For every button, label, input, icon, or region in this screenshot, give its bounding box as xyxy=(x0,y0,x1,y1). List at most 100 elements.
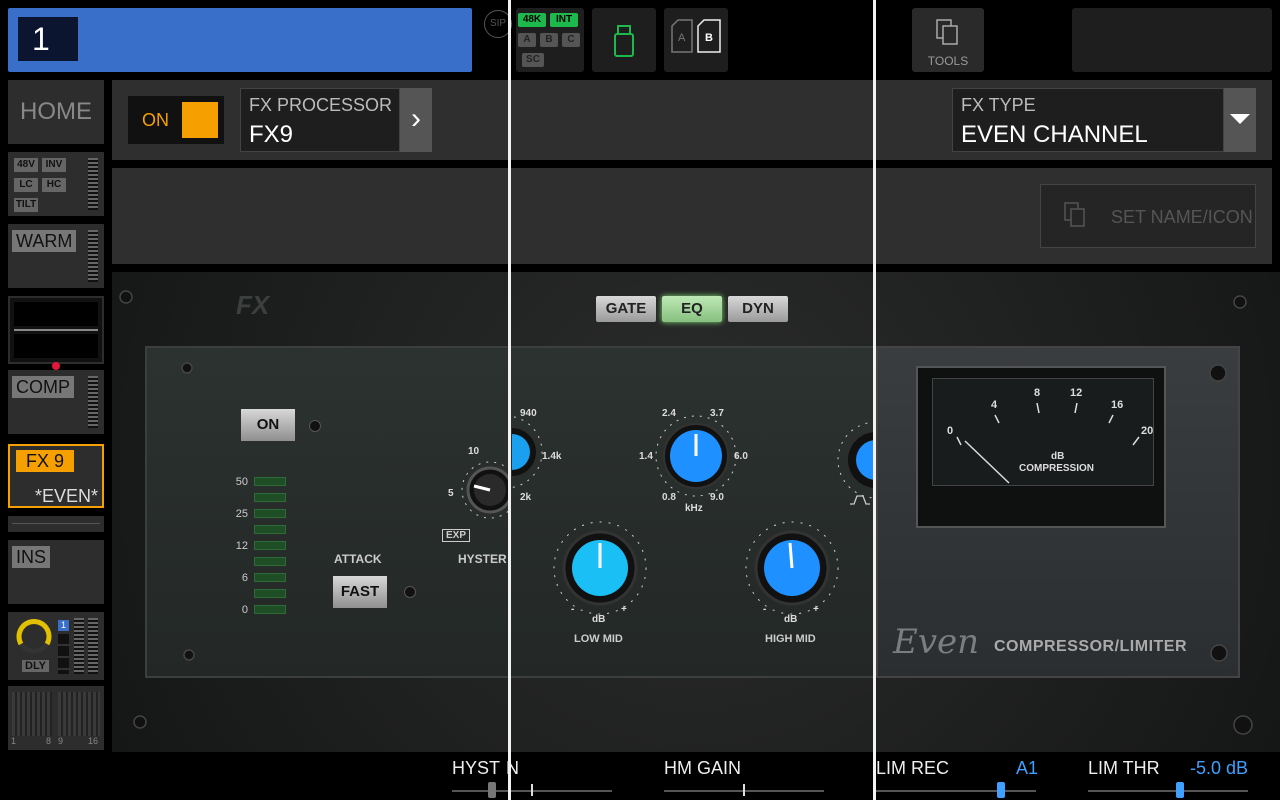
chevron-down-icon[interactable] xyxy=(1224,88,1256,152)
dyn-mode-button[interactable]: DYN xyxy=(728,296,788,322)
gr-led xyxy=(254,605,286,614)
gr-led xyxy=(254,477,286,486)
vu-unit: dB xyxy=(1051,451,1065,462)
param-lim-rec-slider[interactable] xyxy=(876,790,1036,792)
param-hm-gain-label: HM GAIN xyxy=(664,758,742,778)
dly-strip[interactable]: DLY 1 xyxy=(8,612,104,680)
eq-indicator-dot xyxy=(52,362,60,370)
hysteresis-label: HYSTER xyxy=(458,552,507,566)
comp-meter xyxy=(88,376,98,428)
lc-tag: LC xyxy=(14,178,38,192)
copy-icon xyxy=(1064,202,1085,227)
vu-scale-8: 8 xyxy=(1034,387,1041,399)
param-n-thumb[interactable] xyxy=(531,784,533,796)
fx-type-selector[interactable]: FX TYPE EVEN CHANNEL xyxy=(952,88,1224,152)
meter-label-16: 16 xyxy=(88,736,99,746)
hm-freq-1.4: 1.4 xyxy=(639,451,653,462)
eq-mode-button[interactable]: EQ xyxy=(662,296,722,322)
hm-freq-9.0: 9.0 xyxy=(710,492,724,503)
gr-led xyxy=(254,509,286,518)
dly-badge: 1 xyxy=(58,620,69,631)
split-divider-left[interactable] xyxy=(508,0,511,800)
gr-scale-6: 6 xyxy=(241,572,248,584)
low-mid-freq-knob[interactable] xyxy=(512,410,572,490)
vu-face: 0 4 8 12 16 20 dB COMPRESSION xyxy=(932,378,1154,486)
bus-meter-strip[interactable]: 1 8 9 16 xyxy=(8,686,104,750)
hyst-scale-5: 5 xyxy=(448,488,454,499)
clock-source-panel[interactable]: 48K INT A B C SC xyxy=(516,8,584,72)
comp-strip[interactable]: COMP xyxy=(8,370,104,434)
eq-graph-top xyxy=(14,302,98,326)
ins-label: INS xyxy=(12,546,51,568)
fx-logo: FX xyxy=(236,290,270,320)
vu-scale-20: 20 xyxy=(1141,425,1154,437)
gr-scale-25: 25 xyxy=(235,508,248,520)
high-mid-freq-knob[interactable] xyxy=(646,412,746,502)
param-lim-rec-label: LIM REC xyxy=(876,758,950,778)
meter-label-1: 1 xyxy=(11,736,17,746)
ab-right-label: B xyxy=(705,32,713,44)
gr-led xyxy=(254,573,286,582)
set-name-icon-button[interactable]: SET NAME/ICON xyxy=(1040,184,1256,248)
gate-mode-button[interactable]: GATE xyxy=(596,296,656,322)
channel-selector[interactable]: 1 xyxy=(8,8,472,72)
source-sc-tag: SC xyxy=(522,53,544,67)
param-lim-rec-thumb[interactable] xyxy=(997,782,1005,798)
vu-scale-16: 16 xyxy=(1111,399,1124,411)
param-lim-thr-thumb[interactable] xyxy=(1176,782,1184,798)
high-mid-label: HIGH MID xyxy=(765,633,816,645)
source-b-tag: B xyxy=(540,33,558,47)
param-lim-rec-value: A1 xyxy=(1016,758,1039,778)
sidebar-separator xyxy=(8,516,104,532)
fx9-label: FX 9 xyxy=(16,450,75,472)
chevron-right-icon[interactable]: › xyxy=(400,88,432,152)
top-right-panel[interactable] xyxy=(1072,8,1272,72)
tilt-tag: TILT xyxy=(14,198,38,212)
split-divider-right[interactable] xyxy=(873,0,876,800)
fx9-strip[interactable]: FX 9 *EVEN* xyxy=(8,444,104,508)
param-hm-gain-thumb[interactable] xyxy=(743,784,745,796)
fx9-name: *EVEN* xyxy=(34,486,98,506)
preamp-meter xyxy=(88,158,98,210)
set-name-label: SET NAME/ICON xyxy=(1111,207,1253,227)
usb-button[interactable] xyxy=(592,8,656,72)
warm-label: WARM xyxy=(12,230,77,252)
ab-compare-button[interactable]: A B xyxy=(664,8,728,72)
preamp-strip[interactable]: 48V INV LC HC TILT xyxy=(8,152,104,216)
bus-meters-a xyxy=(12,692,52,736)
vu-scale-0: 0 xyxy=(947,425,954,437)
dly-meter-right xyxy=(88,618,98,674)
low-mid-gain-knob[interactable] xyxy=(548,516,652,616)
gr-led xyxy=(254,493,286,502)
home-button[interactable]: HOME xyxy=(8,80,104,144)
brand-logo: Even xyxy=(893,622,980,662)
gr-led xyxy=(254,525,286,534)
lm-db-label: dB xyxy=(592,614,606,625)
ab-left-label: A xyxy=(678,32,686,44)
param-lim-thr-slider[interactable] xyxy=(1088,790,1248,792)
high-freq-knob[interactable] xyxy=(836,410,874,510)
warm-meter xyxy=(88,230,98,282)
meter-label-8: 8 xyxy=(46,736,52,746)
ab-card-icon xyxy=(671,19,721,53)
ins-strip[interactable]: INS xyxy=(8,540,104,604)
high-mid-gain-knob[interactable] xyxy=(740,516,844,616)
lm-freq-940: 940 xyxy=(520,408,537,419)
attack-fast-button[interactable]: FAST xyxy=(333,576,387,608)
eq-graph-bottom xyxy=(14,334,98,358)
fx-processor-selector[interactable]: FX PROCESSOR FX9 xyxy=(240,88,400,152)
gate-on-led xyxy=(309,420,321,432)
gate-on-button[interactable]: ON xyxy=(241,409,295,441)
dly-meter-left xyxy=(74,618,84,674)
hc-tag: HC xyxy=(42,178,66,192)
delay-knob-icon xyxy=(16,618,52,654)
clock-48k-tag: 48K xyxy=(518,13,546,27)
eq-strip[interactable] xyxy=(8,296,104,364)
vu-scale-12: 12 xyxy=(1070,387,1083,399)
tools-button[interactable]: TOOLS xyxy=(912,8,984,72)
fx-on-toggle[interactable]: ON xyxy=(128,96,224,144)
warm-strip[interactable]: WARM xyxy=(8,224,104,288)
fx-type-value: EVEN CHANNEL xyxy=(961,121,1148,148)
gr-scale-0: 0 xyxy=(241,604,248,616)
param-hyst-thumb[interactable] xyxy=(488,782,496,798)
